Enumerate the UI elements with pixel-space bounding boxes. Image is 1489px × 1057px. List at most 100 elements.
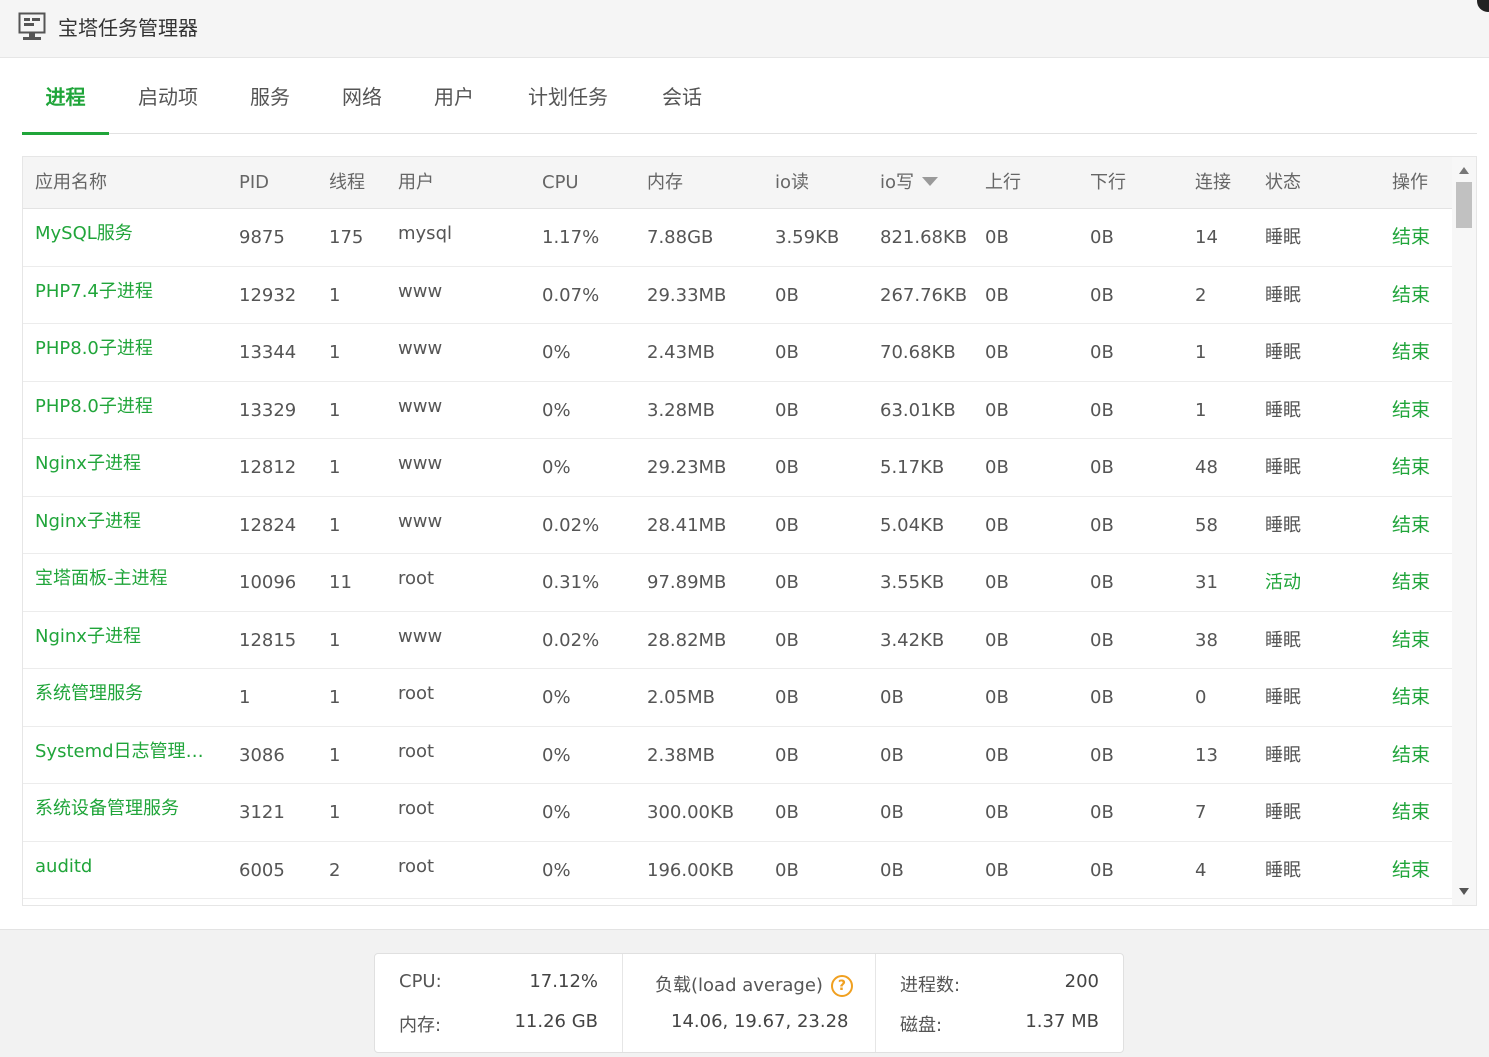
end-process-button[interactable]: 结束 — [1392, 209, 1430, 266]
tab-processes[interactable]: 进程 — [22, 60, 109, 135]
header-pid[interactable]: PID — [239, 157, 269, 209]
table-row[interactable]: MySQL服务 9875 175 mysql 1.17% 7.88GB 3.59KB 821.… — [23, 209, 1452, 267]
end-process-button[interactable]: 结束 — [1392, 784, 1430, 841]
end-process-button[interactable]: 结束 — [1392, 669, 1430, 726]
process-name[interactable]: Systemd日志管理服... — [35, 727, 217, 784]
table-row[interactable]: PHP8.0子进程 13344 1 www 0% 2.43MB 0B 70.68KB 0B 0B 1… — [23, 324, 1452, 382]
process-cpu: 0% — [542, 859, 571, 881]
process-threads: 1 — [329, 399, 341, 421]
tab-users[interactable]: 用户 — [426, 60, 482, 134]
sort-desc-icon — [922, 177, 939, 186]
process-status: 睡眠 — [1265, 859, 1301, 881]
process-status: 睡眠 — [1265, 457, 1301, 478]
process-status: 睡眠 — [1265, 744, 1301, 766]
process-pid: 3086 — [239, 744, 285, 766]
process-upload: 0B — [985, 744, 1009, 766]
process-name[interactable]: MySQL服务 — [35, 209, 217, 266]
process-memory: 196.00KB — [647, 859, 735, 881]
tab-network[interactable]: 网络 — [334, 60, 390, 134]
process-memory: 2.38MB — [647, 744, 715, 766]
process-status: 睡眠 — [1265, 629, 1301, 651]
process-io-read: 0B — [775, 399, 799, 421]
process-io-write: 0B — [880, 687, 904, 708]
process-threads: 1 — [329, 457, 341, 478]
process-io-read: 3.59KB — [775, 227, 840, 248]
header-download[interactable]: 下行 — [1090, 157, 1126, 209]
header-upload[interactable]: 上行 — [985, 157, 1021, 209]
tab-scheduled-tasks[interactable]: 计划任务 — [518, 60, 618, 134]
header-threads[interactable]: 线程 — [329, 157, 365, 209]
process-threads: 1 — [329, 687, 341, 708]
process-user: root — [398, 740, 435, 762]
process-name[interactable]: Nginx子进程 — [35, 612, 217, 669]
process-cpu: 0.31% — [542, 572, 600, 593]
end-process-button[interactable]: 结束 — [1392, 497, 1430, 554]
table-row[interactable]: auditd 6005 2 root 0% 196.00KB 0B 0B 0B 0B 4 睡眠 结束 — [23, 842, 1452, 899]
process-name[interactable]: auditd — [35, 842, 217, 899]
header-io-read[interactable]: io读 — [775, 157, 809, 209]
process-io-read: 0B — [775, 457, 799, 478]
process-user: www — [398, 395, 443, 417]
process-download: 0B — [1090, 802, 1114, 823]
header-user[interactable]: 用户 — [398, 157, 434, 209]
process-cpu: 0% — [542, 802, 571, 823]
table-row[interactable]: Nginx子进程 12815 1 www 0.02% 28.82MB 0B 3.42KB 0B 0… — [23, 612, 1452, 669]
process-status: 睡眠 — [1265, 399, 1301, 421]
end-process-button[interactable]: 结束 — [1392, 727, 1430, 784]
table-row[interactable]: PHP8.0子进程 13329 1 www 0% 3.28MB 0B 63.01KB 0B 0B 1… — [23, 382, 1452, 439]
process-name[interactable]: 系统设备管理服务 — [35, 784, 217, 841]
table-row[interactable]: Nginx子进程 12812 1 www 0% 29.23MB 0B 5.17KB 0B 0B 48… — [23, 439, 1452, 497]
cpu-value: 17.12% — [529, 971, 598, 992]
process-pid: 13329 — [239, 399, 297, 421]
tab-startup[interactable]: 启动项 — [128, 60, 208, 134]
process-name[interactable]: PHP8.0子进程 — [35, 324, 217, 381]
end-process-button[interactable]: 结束 — [1392, 842, 1430, 899]
process-name[interactable]: PHP7.4子进程 — [35, 267, 217, 324]
end-process-button[interactable]: 结束 — [1392, 324, 1430, 381]
end-process-button[interactable]: 结束 — [1392, 382, 1430, 439]
process-cpu: 0% — [542, 744, 571, 766]
tab-sessions[interactable]: 会话 — [654, 60, 710, 134]
process-name[interactable]: Nginx子进程 — [35, 497, 217, 554]
summary-cpu-mem: CPU: 17.12% 内存: 11.26 GB — [375, 954, 622, 1052]
process-name[interactable]: 系统管理服务 — [35, 669, 217, 726]
table-row[interactable]: Systemd日志管理服... 3086 1 root 0% 2.38MB 0B 0B 0B 0B… — [23, 727, 1452, 784]
process-memory: 28.41MB — [647, 514, 727, 536]
header-io-write[interactable]: io写 — [880, 157, 939, 209]
end-process-button[interactable]: 结束 — [1392, 439, 1430, 496]
table-row[interactable]: Nginx子进程 12824 1 www 0.02% 28.41MB 0B 5.04KB 0B 0… — [23, 497, 1452, 554]
end-process-button[interactable]: 结束 — [1392, 267, 1430, 324]
process-pid: 12824 — [239, 514, 297, 536]
header-cpu[interactable]: CPU — [542, 157, 579, 209]
process-status: 睡眠 — [1265, 284, 1301, 306]
monitor-icon — [18, 12, 46, 40]
help-icon[interactable]: ? — [830, 975, 853, 997]
summary-load: 负载(load average)? 14.06, 19.67, 23.28 — [623, 954, 875, 1052]
end-process-button[interactable]: 结束 — [1392, 612, 1430, 669]
table-row[interactable]: PHP7.4子进程 12932 1 www 0.07% 29.33MB 0B 267.76KB… — [23, 267, 1452, 324]
tab-services[interactable]: 服务 — [242, 60, 298, 134]
scroll-down-arrow-icon[interactable] — [1459, 888, 1469, 895]
header-connections[interactable]: 连接 — [1195, 157, 1231, 209]
table-row[interactable]: 宝塔面板-主进程 10096 11 root 0.31% 97.89MB 0B 3.55KB 0… — [23, 554, 1452, 612]
process-name[interactable]: Nginx子进程 — [35, 439, 217, 496]
process-name[interactable]: PHP8.0子进程 — [35, 382, 217, 439]
close-button[interactable] — [1477, 0, 1489, 12]
scroll-up-arrow-icon[interactable] — [1459, 167, 1469, 174]
table-row[interactable]: 系统管理服务 1 1 root 0% 2.05MB 0B 0B 0B 0B 0 睡眠 结束 — [23, 669, 1452, 727]
process-connections: 7 — [1195, 802, 1207, 823]
process-pid: 12815 — [239, 629, 297, 651]
end-process-button[interactable]: 结束 — [1392, 554, 1430, 611]
process-memory: 3.28MB — [647, 399, 715, 421]
header-memory[interactable]: 内存 — [647, 157, 683, 209]
process-memory: 2.43MB — [647, 342, 715, 363]
scroll-thumb[interactable] — [1456, 182, 1472, 228]
header-name[interactable]: 应用名称 — [35, 157, 107, 209]
table-row[interactable]: 系统设备管理服务 3121 1 root 0% 300.00KB 0B 0B 0B 0B 7 睡眠 结束 — [23, 784, 1452, 842]
vertical-scrollbar[interactable] — [1452, 157, 1476, 905]
process-pid: 6005 — [239, 859, 285, 881]
process-name[interactable]: 宝塔面板-主进程 — [35, 554, 217, 611]
header-status[interactable]: 状态 — [1265, 157, 1301, 209]
process-threads: 11 — [329, 572, 352, 593]
process-download: 0B — [1090, 744, 1114, 766]
